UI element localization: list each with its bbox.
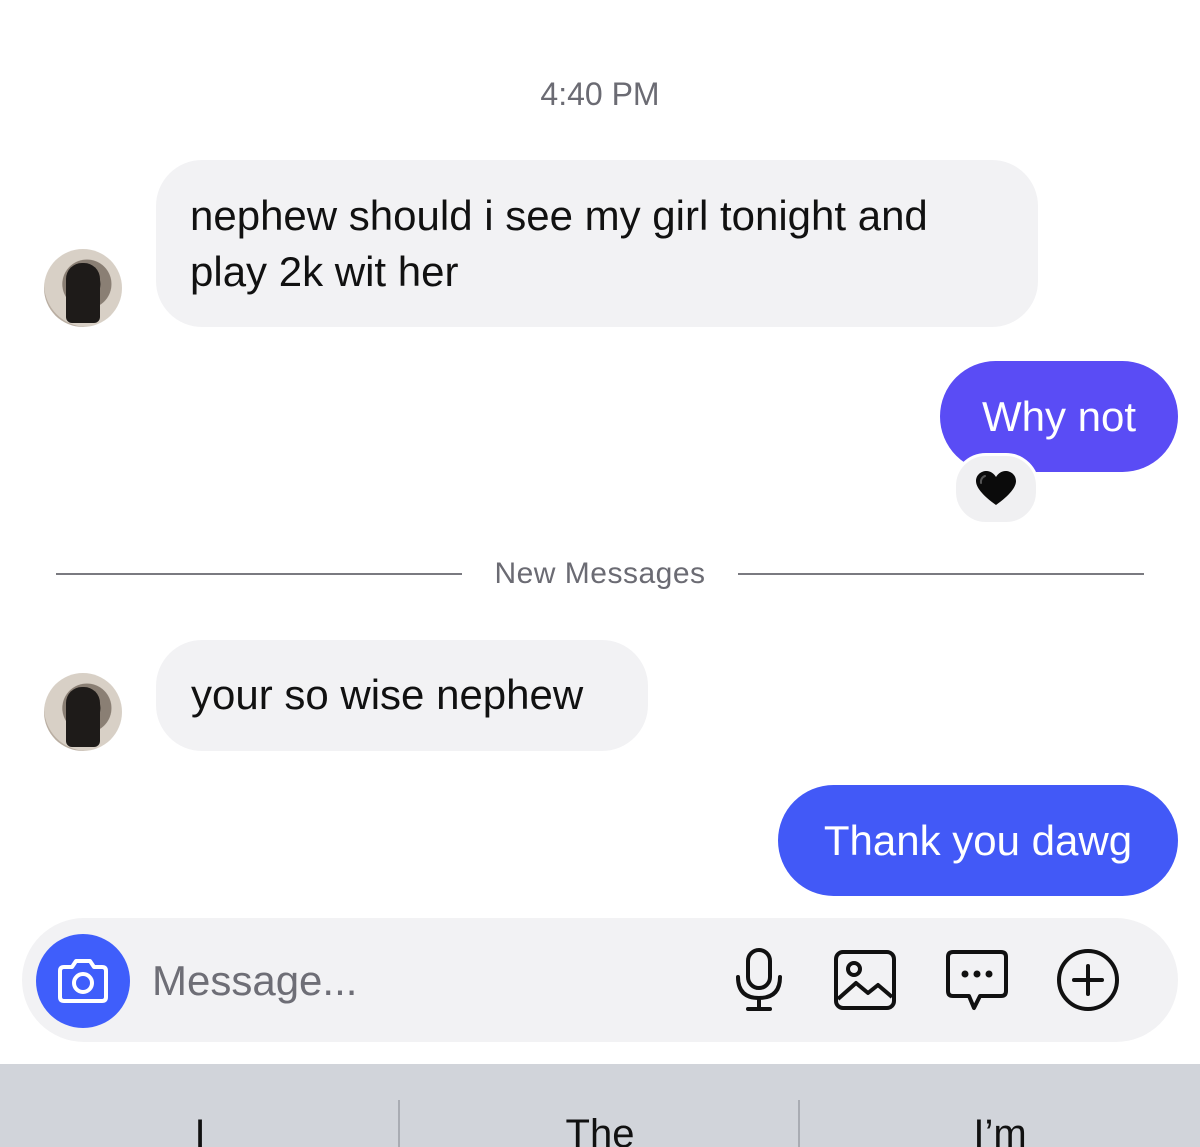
black-heart-icon [976, 471, 1016, 505]
avatar[interactable] [44, 673, 122, 751]
divider-line-right [738, 573, 1144, 575]
more-options-button[interactable] [1053, 945, 1123, 1015]
outgoing-message-bubble[interactable]: Thank you dawg [778, 785, 1178, 896]
message-input[interactable] [150, 950, 694, 1012]
suggestion-item[interactable]: I [0, 1064, 400, 1147]
new-messages-divider: New Messages [494, 557, 706, 590]
microphone-icon [736, 948, 782, 1011]
message-text-line: nephew should i see my girl tonight and [190, 192, 928, 239]
incoming-message-bubble[interactable]: your so wise nephew [156, 640, 648, 751]
sticker-icon [946, 950, 1008, 1010]
camera-button[interactable] [36, 934, 130, 1028]
incoming-message-bubble[interactable]: nephew should i see my girl tonight and … [156, 160, 1038, 327]
message-text: your so wise nephew [191, 671, 584, 718]
suggestion-item[interactable]: The [400, 1064, 800, 1147]
divider-line-left [56, 573, 462, 575]
gallery-icon [834, 950, 896, 1010]
voice-message-button[interactable] [724, 945, 794, 1015]
sticker-button[interactable] [942, 945, 1012, 1015]
reaction-badge[interactable] [953, 453, 1039, 525]
message-text: Thank you dawg [823, 817, 1133, 864]
message-text: Why not [981, 393, 1137, 440]
gallery-button[interactable] [830, 945, 900, 1015]
timestamp: 4:40 PM [540, 76, 660, 112]
camera-icon [58, 959, 108, 1003]
plus-icon [1057, 949, 1119, 1011]
suggestion-item[interactable]: I’m [800, 1064, 1200, 1147]
avatar[interactable] [44, 249, 122, 327]
message-text-line: play 2k wit her [190, 248, 459, 295]
